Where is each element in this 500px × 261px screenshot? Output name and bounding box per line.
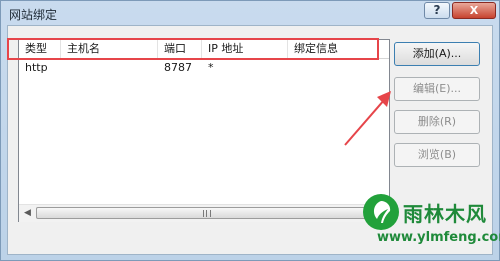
- add-button[interactable]: 添加(A)...: [394, 42, 480, 66]
- browse-button[interactable]: 浏览(B): [394, 143, 480, 167]
- annotation-arrow-icon: [344, 91, 391, 146]
- site-bindings-dialog: 网站绑定 ? X 类型 主机名 端口 IP 地址 绑定信息 http 8787 …: [0, 0, 500, 261]
- help-button[interactable]: ?: [424, 2, 450, 19]
- watermark-url: www.ylmfeng.com: [377, 230, 500, 245]
- cell-binding: [288, 59, 389, 77]
- cell-ip: *: [208, 61, 214, 74]
- cell-type: http: [25, 61, 48, 74]
- title-bar: 网站绑定 ? X: [1, 1, 499, 25]
- cell-host: [61, 59, 158, 77]
- cell-port: 8787: [164, 61, 192, 74]
- table-row[interactable]: http 8787 *: [19, 59, 389, 77]
- bindings-list[interactable]: 类型 主机名 端口 IP 地址 绑定信息 http 8787 * ◀ ▶: [18, 39, 390, 222]
- scroll-left-icon[interactable]: ◀: [19, 205, 36, 222]
- watermark: 雨林木风 www.ylmfeng.com: [363, 192, 500, 256]
- horizontal-scrollbar[interactable]: ◀ ▶: [19, 204, 389, 222]
- scrollbar-thumb[interactable]: [36, 207, 372, 219]
- watermark-brand: 雨林木风: [403, 202, 487, 226]
- dialog-title: 网站绑定: [9, 8, 58, 22]
- row-highlight-annotation: [7, 38, 379, 60]
- remove-button[interactable]: 删除(R): [394, 110, 480, 134]
- edit-button[interactable]: 编辑(E)...: [394, 77, 480, 101]
- close-button[interactable]: X: [452, 2, 496, 19]
- grip-icon: [203, 210, 211, 217]
- leaf-logo-icon: [363, 194, 399, 230]
